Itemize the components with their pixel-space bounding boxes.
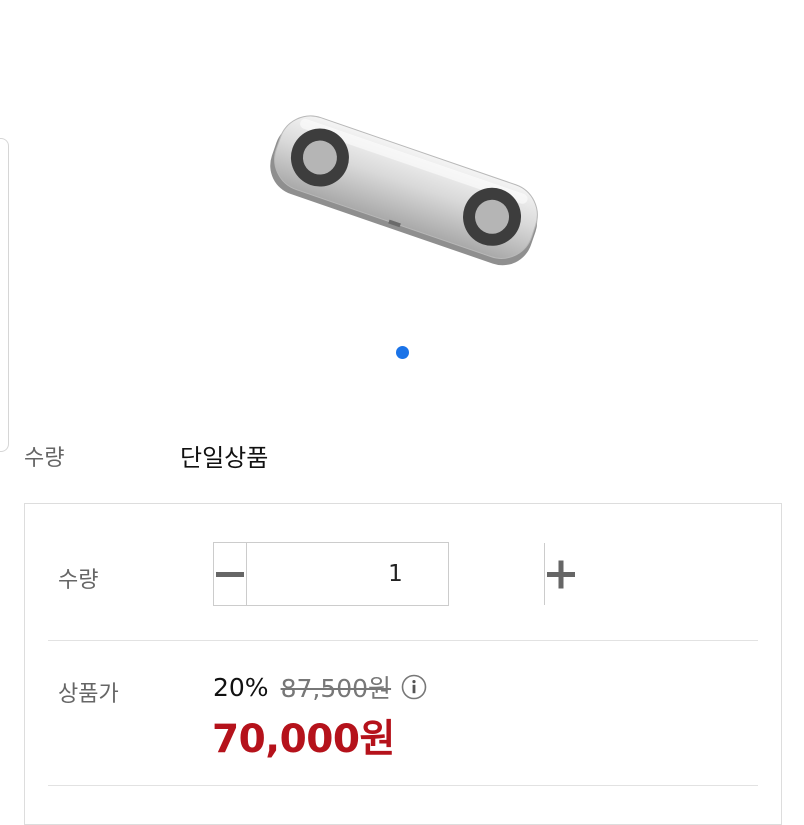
quantity-input[interactable]: [247, 543, 544, 605]
increment-button[interactable]: [544, 543, 577, 605]
price-info-row: 20% 87,500원: [213, 670, 427, 704]
option-value: 단일상품: [180, 444, 269, 472]
info-icon[interactable]: [401, 674, 427, 700]
product-image[interactable]: [270, 105, 540, 275]
original-price: 87,500원: [280, 674, 392, 703]
option-summary-row: 수량 단일상품: [24, 436, 784, 472]
discount-rate: 20%: [213, 672, 269, 702]
sale-price: 70,000원: [212, 717, 395, 762]
price-label: 상품가: [58, 682, 119, 707]
divider: [48, 785, 758, 786]
order-options-panel: 수량 상품가 20% 87,500원 70,000원: [24, 503, 782, 825]
product-image-graphic: [270, 115, 538, 266]
option-label: 수량: [24, 446, 65, 471]
side-drawer-handle[interactable]: [0, 138, 9, 452]
image-carousel-indicator: [0, 346, 804, 360]
carousel-dot-active[interactable]: [396, 346, 409, 359]
quantity-stepper: [213, 542, 577, 606]
plus-icon: [547, 560, 575, 589]
minus-icon: [216, 572, 244, 577]
quantity-label: 수량: [58, 568, 99, 593]
divider: [48, 640, 758, 641]
decrement-button[interactable]: [214, 543, 247, 605]
